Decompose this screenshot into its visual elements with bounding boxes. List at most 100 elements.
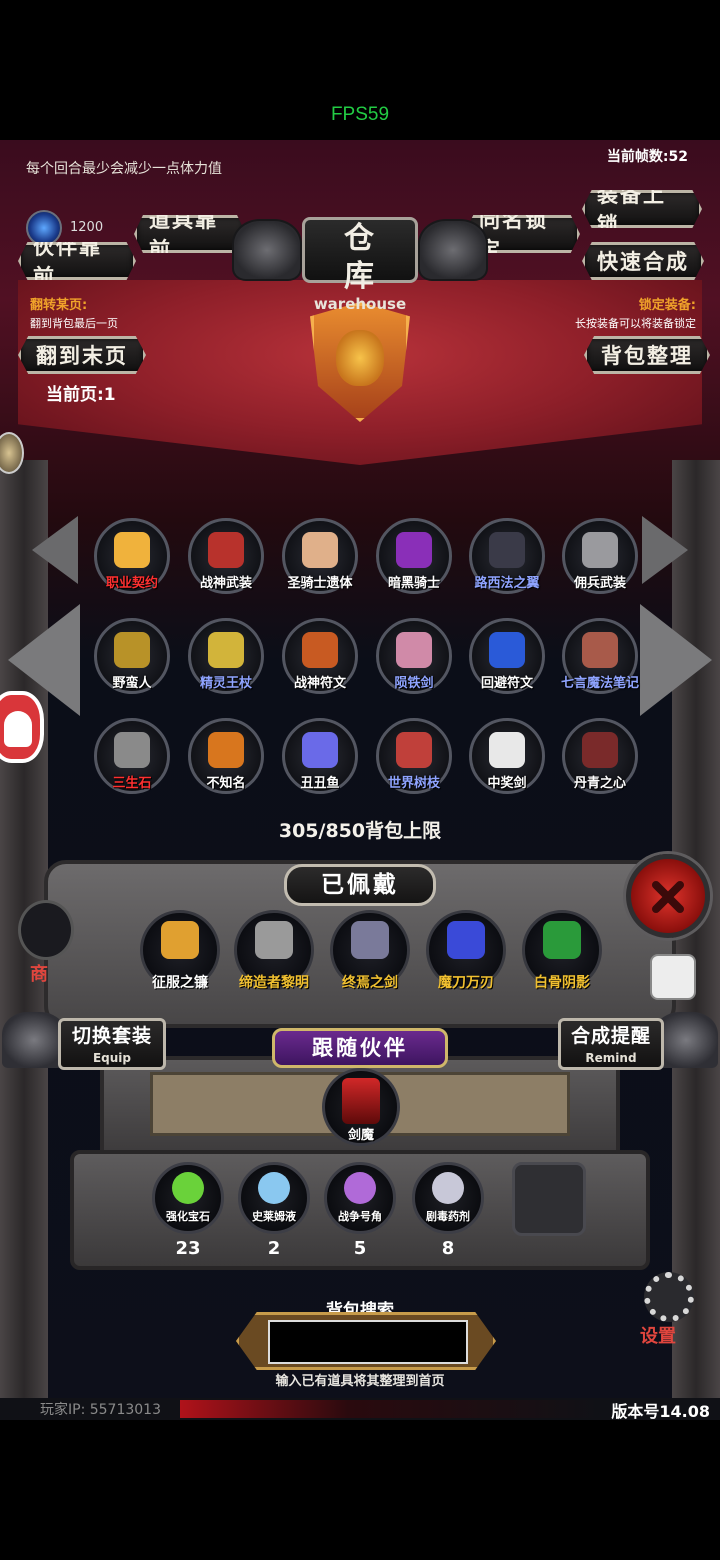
- item-label: 精灵王杖: [199, 676, 252, 691]
- equipped-item-icon: [543, 921, 581, 959]
- inventory-item[interactable]: 中奖剑: [467, 718, 547, 798]
- switch-outfit-cn: 切换套装: [71, 1025, 152, 1047]
- user-avatar-button[interactable]: [0, 691, 44, 763]
- equipped-title: 已佩戴: [284, 864, 436, 906]
- item-label: 丑丑鱼: [300, 776, 340, 791]
- inventory-item[interactable]: 七言魔法笔记: [560, 618, 640, 698]
- player-ip: 玩家IP: 55713013: [40, 1402, 161, 1418]
- item-label: 陨铁剑: [394, 676, 434, 691]
- equipped-item-icon: [351, 921, 389, 959]
- settings-label[interactable]: 设置: [640, 1322, 676, 1348]
- flip-page-label: 翻转某页:: [30, 298, 88, 313]
- inventory-item[interactable]: 圣骑士遗体: [280, 518, 360, 598]
- inventory-item[interactable]: 野蛮人: [92, 618, 172, 698]
- item-label: 世界树枝: [387, 776, 440, 791]
- equip-lock-button[interactable]: 装备上锁: [582, 190, 702, 228]
- inventory-item[interactable]: 佣兵武装: [560, 518, 640, 598]
- helmet-icon: [418, 219, 488, 281]
- partners-front-button[interactable]: 伙伴靠前: [18, 242, 136, 280]
- inventory-item[interactable]: 回避符文: [467, 618, 547, 698]
- current-page: 当前页:1: [46, 385, 116, 405]
- gem-icon: [26, 210, 62, 246]
- merge-remind-button[interactable]: 合成提醒 Remind: [558, 1018, 664, 1070]
- items-front-button[interactable]: 道具靠前: [134, 215, 246, 253]
- inventory-item[interactable]: 暗黑骑士: [374, 518, 454, 598]
- equipped-label: 终焉之剑: [342, 975, 398, 991]
- inventory-item[interactable]: 三生石: [92, 718, 172, 798]
- inventory-item[interactable]: 丑丑鱼: [280, 718, 360, 798]
- switch-outfit-en: Equip: [92, 1051, 132, 1065]
- consumable-count: 23: [175, 1238, 201, 1259]
- item-icon: [396, 632, 432, 668]
- consumable-icon: [172, 1172, 204, 1204]
- equipped-item-icon: [255, 921, 293, 959]
- equipped-label: 魔刀万刃: [438, 975, 494, 991]
- empty-consumable-slot[interactable]: [512, 1162, 586, 1236]
- sort-bag-button[interactable]: 背包整理: [584, 336, 710, 374]
- inventory-item[interactable]: 战神武装: [186, 518, 266, 598]
- item-icon: [489, 532, 525, 568]
- inventory-item[interactable]: 职业契约: [92, 518, 172, 598]
- inventory-item[interactable]: 战神符文: [280, 618, 360, 698]
- helmet-icon: [232, 219, 302, 281]
- shop-icon[interactable]: [18, 900, 74, 960]
- item-label: 回避符文: [480, 676, 533, 691]
- item-label: 战神武装: [199, 576, 252, 591]
- lock-equip-label: 锁定装备:: [638, 298, 696, 313]
- inventory-item[interactable]: 陨铁剑: [374, 618, 454, 698]
- item-icon: [396, 532, 432, 568]
- item-icon: [208, 732, 244, 768]
- inventory-item[interactable]: 世界树枝: [374, 718, 454, 798]
- prev-page-small-arrow-icon[interactable]: [32, 516, 78, 584]
- inventory-item[interactable]: 路西法之翼: [467, 518, 547, 598]
- item-icon: [208, 532, 244, 568]
- sword-demon-icon: [342, 1078, 380, 1124]
- merge-remind-en: Remind: [585, 1051, 637, 1065]
- quick-merge-button[interactable]: 快速合成: [582, 242, 704, 280]
- shop-label[interactable]: 商: [30, 960, 48, 986]
- title-en: warehouse: [313, 295, 407, 313]
- item-icon: [582, 532, 618, 568]
- search-hint: 输入已有道具将其整理到首页: [275, 1374, 445, 1389]
- item-icon: [489, 732, 525, 768]
- consumable-count: 5: [353, 1238, 367, 1259]
- consumable-count: 2: [267, 1238, 281, 1259]
- equipped-label: 缔造者黎明: [239, 975, 309, 991]
- item-icon: [582, 632, 618, 668]
- bag-capacity: 305/850背包上限: [278, 820, 442, 842]
- flip-page-desc: 翻到背包最后一页: [30, 317, 118, 330]
- consumable-label: 战争号角: [338, 1210, 382, 1223]
- item-label: 暗黑骑士: [387, 576, 440, 591]
- next-page-arrow-icon[interactable]: [640, 604, 712, 716]
- lock-equip-desc: 长按装备可以将装备锁定: [575, 317, 696, 330]
- item-icon: [396, 732, 432, 768]
- to-last-page-button[interactable]: 翻到末页: [18, 336, 146, 374]
- item-icon: [489, 632, 525, 668]
- inventory-item[interactable]: 精灵王杖: [186, 618, 266, 698]
- item-label: 不知名: [206, 776, 246, 791]
- consumable-icon: [258, 1172, 290, 1204]
- warehouse-title: 仓 库 warehouse: [232, 215, 488, 312]
- partner-name: 剑魔: [347, 1128, 374, 1143]
- consumable-count: 8: [441, 1238, 455, 1259]
- inventory-item[interactable]: 不知名: [186, 718, 266, 798]
- current-fps: 当前帧数:52: [606, 149, 688, 165]
- consumable-icon: [344, 1172, 376, 1204]
- item-label: 职业契约: [105, 576, 158, 591]
- gear-icon[interactable]: [644, 1272, 694, 1322]
- bag-search-input[interactable]: [268, 1320, 468, 1364]
- close-button[interactable]: [626, 854, 710, 938]
- version-number: 版本号14.08: [611, 1402, 710, 1420]
- item-icon: [208, 632, 244, 668]
- item-icon: [114, 732, 150, 768]
- item-label: 丹青之心: [573, 776, 626, 791]
- item-icon: [302, 732, 338, 768]
- helmet-cap-icon: [2, 1012, 66, 1068]
- item-icon: [302, 532, 338, 568]
- switch-outfit-button[interactable]: 切换套装 Equip: [58, 1018, 166, 1070]
- stamina-hint: 每个回合最少会减少一点体力值: [26, 161, 222, 177]
- inventory-item[interactable]: 丹青之心: [560, 718, 640, 798]
- item-icon: [582, 732, 618, 768]
- dice-icon[interactable]: [650, 954, 696, 1000]
- item-label: 战神符文: [293, 676, 346, 691]
